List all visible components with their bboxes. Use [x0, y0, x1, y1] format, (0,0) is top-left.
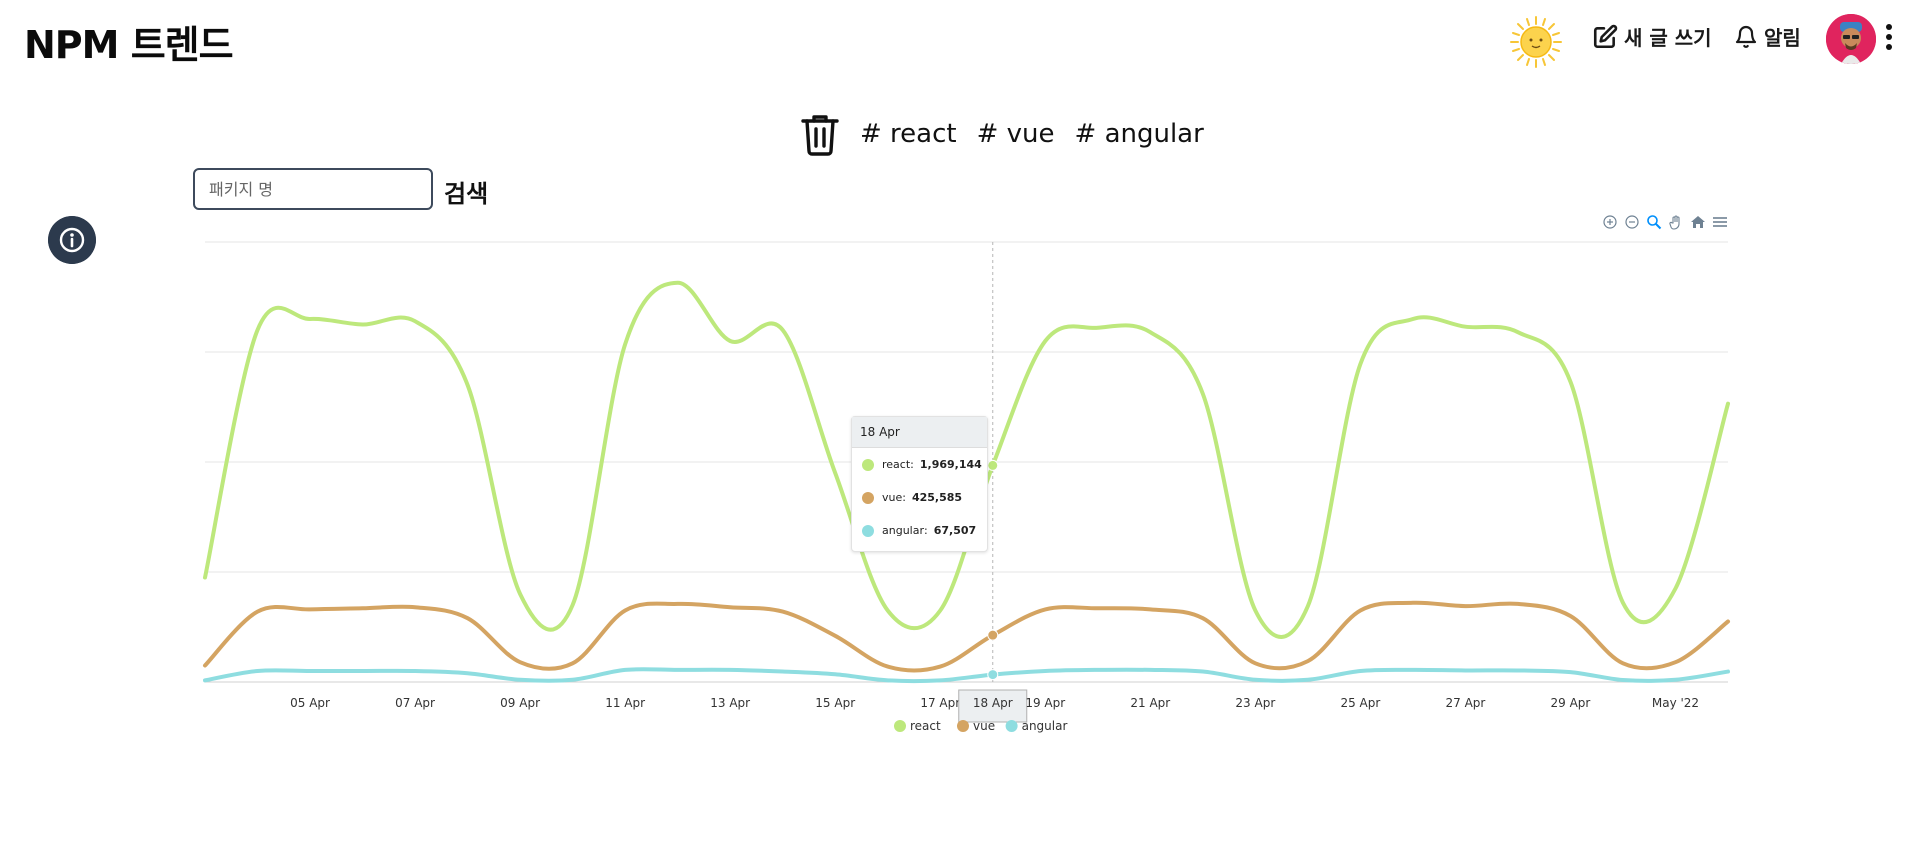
- legend-label-angular: angular: [1022, 719, 1068, 733]
- x-axis-tick-label: 09 Apr: [500, 696, 540, 710]
- tooltip-title: 18 Apr: [852, 417, 987, 448]
- tooltip-series-value: 425,585: [911, 491, 963, 504]
- legend-label-react: react: [910, 719, 941, 733]
- tooltip-series-name: vue: [882, 491, 903, 504]
- series-line-vue: [203, 600, 1730, 673]
- x-axis-tick-label: 13 Apr: [710, 696, 750, 710]
- tooltip-marker-angular: [862, 524, 874, 537]
- series-line-angular: [203, 667, 1730, 684]
- hover-marker-react: [987, 459, 999, 471]
- hover-marker-vue: [987, 629, 999, 641]
- x-axis-tick-label: May '22: [1652, 696, 1699, 710]
- legend-marker-react: [894, 720, 906, 732]
- legend-marker-vue: [957, 720, 969, 732]
- x-axis-tick-label: 07 Apr: [395, 696, 435, 710]
- tooltip-row-angular: angular:67,507: [852, 514, 987, 547]
- legend-marker-angular: [1005, 720, 1018, 732]
- legend-label-vue: vue: [973, 719, 995, 733]
- x-axis-tick-label: 15 Apr: [815, 696, 855, 710]
- tooltip-series-name: angular: [882, 524, 924, 537]
- x-axis-tick-label: 11 Apr: [605, 696, 645, 710]
- tooltip-series-value: 67,507: [933, 524, 977, 537]
- x-axis-tick-label: 25 Apr: [1340, 696, 1380, 710]
- x-axis-tick-label: 05 Apr: [290, 696, 330, 710]
- tooltip-row-vue: vue:425,585: [852, 481, 987, 514]
- x-axis-tick-label: 17 Apr: [920, 696, 960, 710]
- tooltip-series-name: react: [882, 458, 911, 471]
- x-axis-tick-label: 18 Apr: [973, 696, 1013, 710]
- tooltip-marker-react: [862, 458, 874, 471]
- x-axis-tick-label: 29 Apr: [1551, 696, 1591, 710]
- tooltip-row-react: react:1,969,144: [852, 448, 987, 481]
- x-axis-tick-label: 21 Apr: [1130, 696, 1170, 710]
- x-axis-tick-label: 27 Apr: [1445, 696, 1485, 710]
- tooltip-series-value: 1,969,144: [919, 458, 982, 471]
- tooltip-marker-vue: [862, 491, 874, 504]
- chart-tooltip: 18 Apr react:1,969,144 vue:425,585 angul…: [851, 416, 988, 552]
- x-axis-tick-label: 23 Apr: [1235, 696, 1275, 710]
- hover-marker-angular: [987, 669, 999, 681]
- x-axis-tick-label: 19 Apr: [1025, 696, 1065, 710]
